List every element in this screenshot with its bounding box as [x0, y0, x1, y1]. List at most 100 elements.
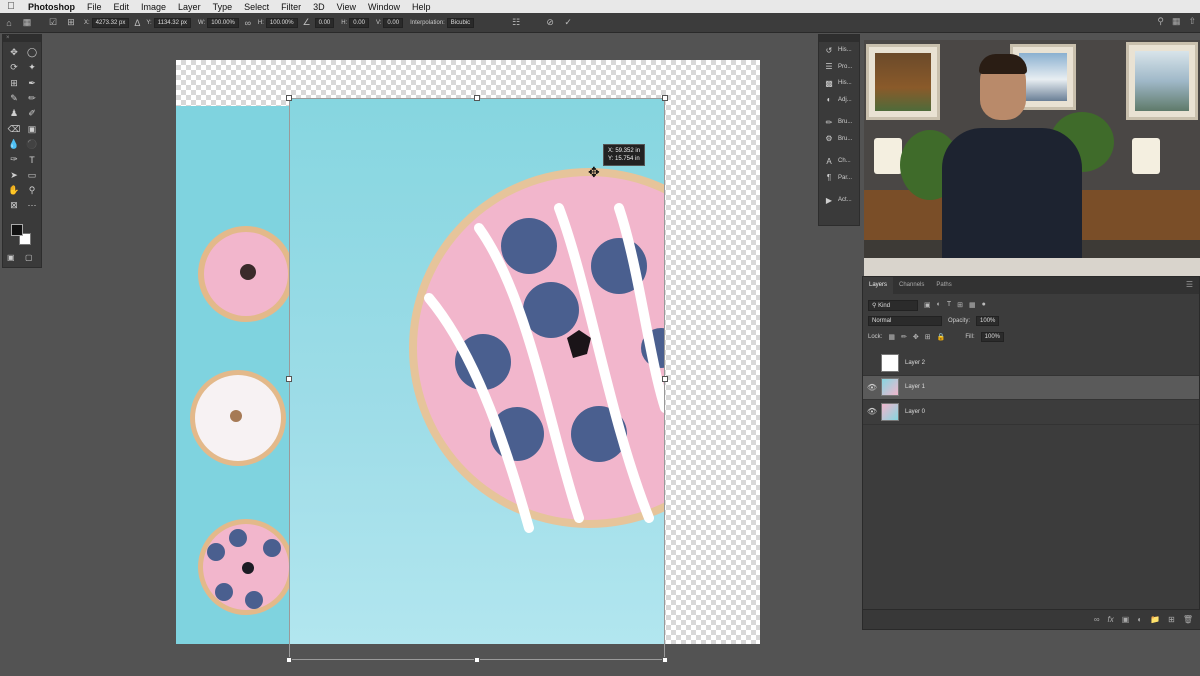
lock-position-icon[interactable]: ✥: [913, 333, 919, 341]
eraser-tool-icon[interactable]: ⌫: [5, 121, 23, 136]
visibility-eye-icon[interactable]: 👁: [863, 383, 881, 392]
transform-handle-bottom-right[interactable]: [662, 657, 668, 663]
foreground-color-swatch[interactable]: [11, 224, 23, 236]
shape-tool-icon[interactable]: ▭: [23, 167, 41, 182]
x-field[interactable]: 4273.32 px: [91, 17, 130, 28]
v-skew-field[interactable]: 0.00: [383, 17, 404, 28]
search-icon[interactable]: ⚲: [1157, 16, 1164, 27]
dock-histogram[interactable]: ▩ His...: [819, 75, 859, 92]
crop-tool-icon[interactable]: ⊞: [5, 76, 23, 91]
screen-mode-icon[interactable]: ▢: [25, 253, 33, 262]
menu-filter[interactable]: Filter: [275, 2, 307, 12]
transform-handle-left[interactable]: [286, 376, 292, 382]
frame-tool-icon[interactable]: ⊠: [5, 198, 23, 213]
new-layer-icon[interactable]: ⊞: [1168, 615, 1175, 624]
blend-mode-select[interactable]: Normal: [868, 316, 942, 326]
apple-logo-icon[interactable]: : [0, 1, 22, 12]
warp-icon[interactable]: ☷: [507, 17, 525, 28]
document-canvas[interactable]: X: 59.352 in Y: 15.754 in ✥: [44, 34, 816, 676]
move-tool-icon[interactable]: ✥: [5, 45, 23, 60]
lasso-tool-icon[interactable]: ⟳: [5, 60, 23, 75]
menu-view[interactable]: View: [331, 2, 362, 12]
kind-filter-select[interactable]: ⚲ Kind: [868, 299, 918, 311]
dock-properties[interactable]: ☰ Pro...: [819, 59, 859, 76]
pixel-filter-icon[interactable]: ▣: [924, 301, 931, 309]
menu-file[interactable]: File: [81, 2, 108, 12]
opacity-field[interactable]: 100%: [976, 316, 1000, 326]
transform-handle-bottom-left[interactable]: [286, 657, 292, 663]
width-field[interactable]: 100.00%: [207, 17, 239, 28]
reference-point-icon[interactable]: ⊞: [62, 17, 80, 28]
history-brush-tool-icon[interactable]: ✐: [23, 106, 41, 121]
pen-tool-icon[interactable]: ✑: [5, 152, 23, 167]
cancel-transform-icon[interactable]: ⊘: [541, 17, 559, 28]
menu-window[interactable]: Window: [362, 2, 406, 12]
link-icon[interactable]: ∞: [242, 18, 254, 28]
menu-image[interactable]: Image: [135, 2, 172, 12]
adjustment-filter-icon[interactable]: ◐: [937, 301, 941, 309]
transform-handle-top[interactable]: [474, 95, 480, 101]
menu-3d[interactable]: 3D: [307, 2, 331, 12]
dock-brush-settings[interactable]: ⚙ Bru...: [819, 131, 859, 148]
lock-artboard-icon[interactable]: ⊞: [925, 333, 931, 341]
transform-handle-top-left[interactable]: [286, 95, 292, 101]
eyedropper-tool-icon[interactable]: ✒: [23, 76, 41, 91]
panel-menu-icon[interactable]: ☰: [1186, 280, 1193, 289]
new-adjustment-icon[interactable]: ◐: [1137, 615, 1142, 624]
layer-style-icon[interactable]: fx: [1108, 615, 1114, 624]
transform-handle-bottom[interactable]: [474, 657, 480, 663]
fill-field[interactable]: 100%: [980, 332, 1005, 342]
quick-select-tool-icon[interactable]: ✦: [23, 60, 41, 75]
hand-tool-icon[interactable]: ✋: [5, 183, 23, 198]
transform-handle-top-right[interactable]: [662, 95, 668, 101]
lock-all-icon[interactable]: 🔒: [937, 333, 946, 341]
type-filter-icon[interactable]: T: [947, 301, 951, 309]
path-select-tool-icon[interactable]: ➤: [5, 167, 23, 182]
angle-field[interactable]: 0.00: [314, 17, 335, 28]
marquee-tool-icon[interactable]: ◯: [23, 45, 41, 60]
layer-row-layer-0[interactable]: 👁 Layer 0: [863, 400, 1199, 425]
tools-panel-header[interactable]: ×: [3, 35, 41, 42]
layer-row-layer-2[interactable]: Layer 2: [863, 351, 1199, 376]
smart-object-filter-icon[interactable]: ▦: [969, 301, 976, 309]
type-tool-icon[interactable]: T: [23, 152, 41, 167]
dodge-tool-icon[interactable]: ⚫: [23, 137, 41, 152]
share-icon[interactable]: ⇧: [1188, 16, 1196, 27]
dock-history[interactable]: ↺ His...: [819, 42, 859, 59]
stamp-tool-icon[interactable]: ♟: [5, 106, 23, 121]
menu-layer[interactable]: Layer: [172, 2, 207, 12]
tab-channels[interactable]: Channels: [893, 277, 930, 294]
tool-preset-icon[interactable]: ▦: [18, 17, 36, 28]
zoom-tool-icon[interactable]: ⚲: [23, 183, 41, 198]
dock-header[interactable]: [819, 35, 859, 42]
commit-transform-icon[interactable]: ✓: [559, 17, 577, 28]
y-field[interactable]: 1134.32 px: [153, 17, 191, 28]
transform-handle-right[interactable]: [662, 376, 668, 382]
lock-image-icon[interactable]: ✏: [901, 333, 907, 341]
dock-actions[interactable]: ▶ Act...: [819, 192, 859, 209]
quick-mask-icon[interactable]: ▣: [7, 253, 15, 262]
brush-tool-icon[interactable]: ✏: [23, 91, 41, 106]
healing-brush-tool-icon[interactable]: ✎: [5, 91, 23, 106]
workspace-icon[interactable]: ▦: [1172, 16, 1181, 27]
home-icon[interactable]: ⌂: [0, 18, 18, 28]
lock-transparency-icon[interactable]: ▦: [888, 333, 895, 341]
add-mask-icon[interactable]: ▣: [1122, 615, 1130, 624]
link-layers-icon[interactable]: ∞: [1094, 615, 1100, 624]
menu-edit[interactable]: Edit: [108, 2, 136, 12]
menu-type[interactable]: Type: [207, 2, 239, 12]
shape-filter-icon[interactable]: ⊞: [957, 301, 963, 309]
dock-brushes[interactable]: ✏ Bru...: [819, 114, 859, 131]
free-transform-box[interactable]: [286, 95, 668, 663]
dock-character[interactable]: A Ch...: [819, 153, 859, 170]
height-field[interactable]: 100.00%: [265, 17, 298, 28]
h-skew-field[interactable]: 0.00: [349, 17, 369, 28]
reference-point-checkbox-icon[interactable]: ☑: [44, 17, 62, 28]
delete-layer-icon[interactable]: 🗑: [1183, 615, 1193, 624]
dock-paragraph[interactable]: ¶ Par...: [819, 170, 859, 187]
filter-toggle-icon[interactable]: ●: [982, 301, 986, 309]
tab-layers[interactable]: Layers: [863, 277, 894, 294]
tab-paths[interactable]: Paths: [930, 277, 957, 294]
gradient-tool-icon[interactable]: ▣: [23, 121, 41, 136]
menu-select[interactable]: Select: [238, 2, 275, 12]
